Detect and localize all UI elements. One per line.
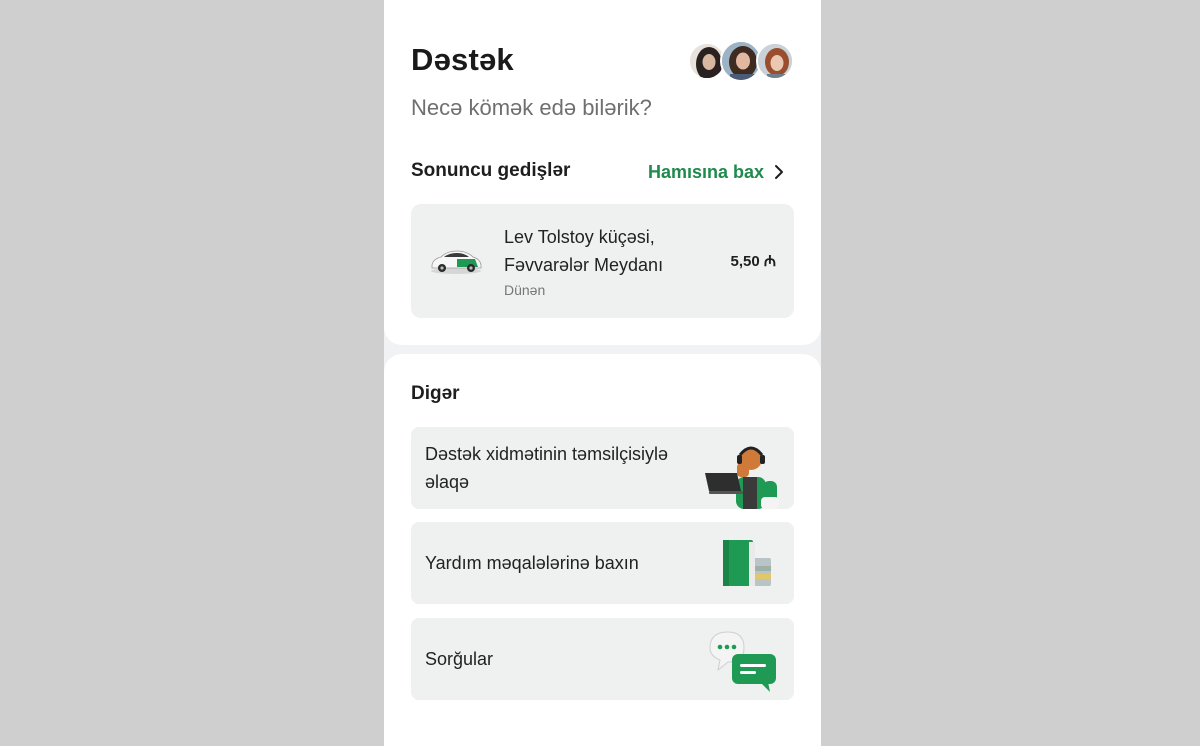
other-section-title: Digər (411, 383, 460, 404)
chevron-right-icon (775, 165, 784, 179)
inquiries-option[interactable]: Sorğular (411, 618, 794, 700)
help-articles-option[interactable]: Yardım məqalələrinə baxın (411, 522, 794, 604)
car-icon (431, 250, 482, 274)
support-agent-icon (705, 446, 779, 509)
see-all-label: Hamısına bax (648, 161, 765, 182)
recent-ride-card[interactable]: Lev Tolstoy küçəsi, Fəvvarələr Meydanı D… (411, 204, 794, 318)
ride-address: Lev Tolstoy küçəsi, Fəvvarələr Meydanı (504, 227, 664, 275)
page-subtitle: Necə kömək edə bilərik? (411, 95, 652, 120)
page-title: Dəstək (411, 42, 514, 77)
option-label: Yardım məqalələrinə baxın (425, 553, 639, 573)
ride-price: 5,50 ₼ (730, 253, 776, 270)
ride-date: Dünən (504, 282, 546, 298)
see-all-link[interactable]: Hamısına bax (648, 160, 784, 184)
support-agents-avatars (688, 40, 798, 82)
chat-bubbles-icon (709, 631, 776, 692)
recent-rides-title: Sonuncu gedişlər (411, 160, 571, 181)
support-screen: Dəstək Necə kömək edə bilərik? Sonuncu g… (384, 0, 821, 746)
other-options-card: Digər Dəstək xidmətinin təmsilçisiylə əl… (384, 354, 821, 746)
avatar (756, 42, 794, 80)
option-label: Sorğular (425, 649, 494, 669)
option-label: Dəstək xidmətinin təmsilçisiylə əlaqə (425, 444, 669, 492)
book-icon (723, 540, 771, 586)
contact-support-option[interactable]: Dəstək xidmətinin təmsilçisiylə əlaqə (411, 427, 794, 509)
support-header-card: Dəstək Necə kömək edə bilərik? Sonuncu g… (384, 0, 821, 345)
